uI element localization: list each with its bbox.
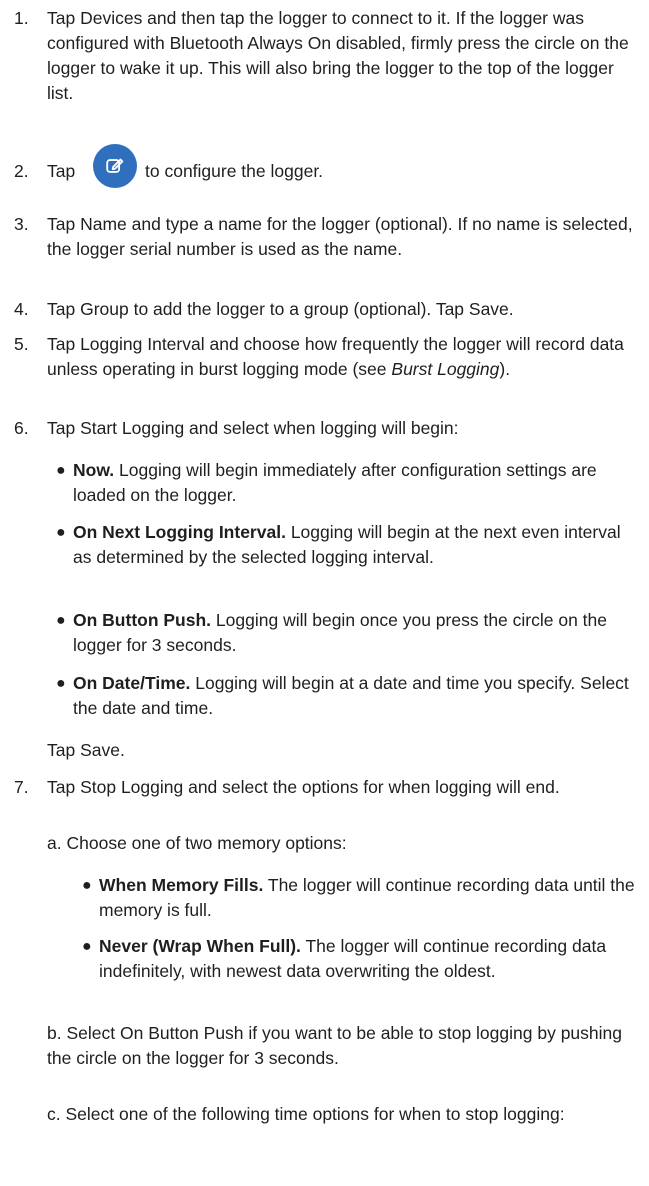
substep-label: b. (47, 1023, 62, 1043)
bullet-description: Logging will begin immediately after con… (73, 460, 597, 505)
bullet-title: On Next Logging Interval. (73, 522, 286, 542)
bullet-icon: ● (56, 462, 66, 479)
substep-description: Select On Button Push if you want to be … (47, 1023, 622, 1068)
bullet-icon: ● (82, 877, 92, 894)
bullet-text: On Date/Time. Logging will begin at a da… (73, 671, 633, 721)
edit-config-icon[interactable] (93, 144, 137, 188)
step-text-after-icon: to configure the logger. (145, 161, 324, 181)
substep-label: a. (47, 833, 62, 853)
substep-label: c. (47, 1104, 61, 1124)
bullet-title: When Memory Fills. (99, 875, 264, 895)
bullet-icon: ● (82, 938, 92, 955)
substep-description: Select one of the following time options… (65, 1104, 565, 1124)
bullet-title: On Date/Time. (73, 673, 191, 693)
bullet-icon: ● (56, 612, 66, 629)
step-number: 2. (14, 161, 29, 181)
step-text: Tap Start Logging and select when loggin… (47, 418, 459, 438)
step-number: 7. (14, 777, 29, 797)
step-text: Tap Stop Logging and select the options … (47, 777, 560, 797)
instructions-page: 1. Tap Devices and then tap the logger t… (0, 0, 649, 1186)
step-number: 6. (14, 418, 29, 438)
step-text: Tap Devices and then tap the logger to c… (47, 8, 629, 103)
bullet-icon: ● (56, 675, 66, 692)
step-text: Tap Logging Interval and choose how freq… (47, 332, 641, 382)
step-2: 2. Tap to configure the logger. (0, 144, 649, 189)
burst-logging-link[interactable]: Burst Logging (391, 359, 499, 379)
substep-text: b. Select On Button Push if you want to … (47, 1021, 641, 1071)
step-number: 4. (14, 299, 29, 319)
step-text-before-icon: Tap (47, 161, 76, 181)
bullet-text: Never (Wrap When Full). The logger will … (99, 934, 636, 984)
bullet-text: On Next Logging Interval. Logging will b… (73, 520, 633, 570)
step-text: Tap Group to add the logger to a group (… (47, 299, 514, 319)
bullet-text: When Memory Fills. The logger will conti… (99, 873, 636, 923)
bullet-title: On Button Push. (73, 610, 212, 630)
step-number: 5. (14, 334, 29, 354)
step-number: 3. (14, 214, 29, 234)
substep-description: Choose one of two memory options: (66, 833, 347, 853)
bullet-title: Now. (73, 460, 115, 480)
bullet-text: On Button Push. Logging will begin once … (73, 608, 633, 658)
step-tail-text: Tap Save. (47, 740, 125, 760)
step-number: 1. (14, 8, 29, 28)
step-text-after-link: ). (499, 359, 511, 379)
step-text: Tap Name and type a name for the logger … (47, 214, 633, 259)
bullet-icon: ● (56, 524, 66, 541)
substep-text: a. Choose one of two memory options: (47, 831, 641, 856)
step-text-before-link: Tap Logging Interval and choose how freq… (47, 334, 624, 379)
substep-text: c. Select one of the following time opti… (47, 1102, 641, 1127)
bullet-text: Now. Logging will begin immediately afte… (73, 458, 633, 508)
bullet-title: Never (Wrap When Full). (99, 936, 301, 956)
